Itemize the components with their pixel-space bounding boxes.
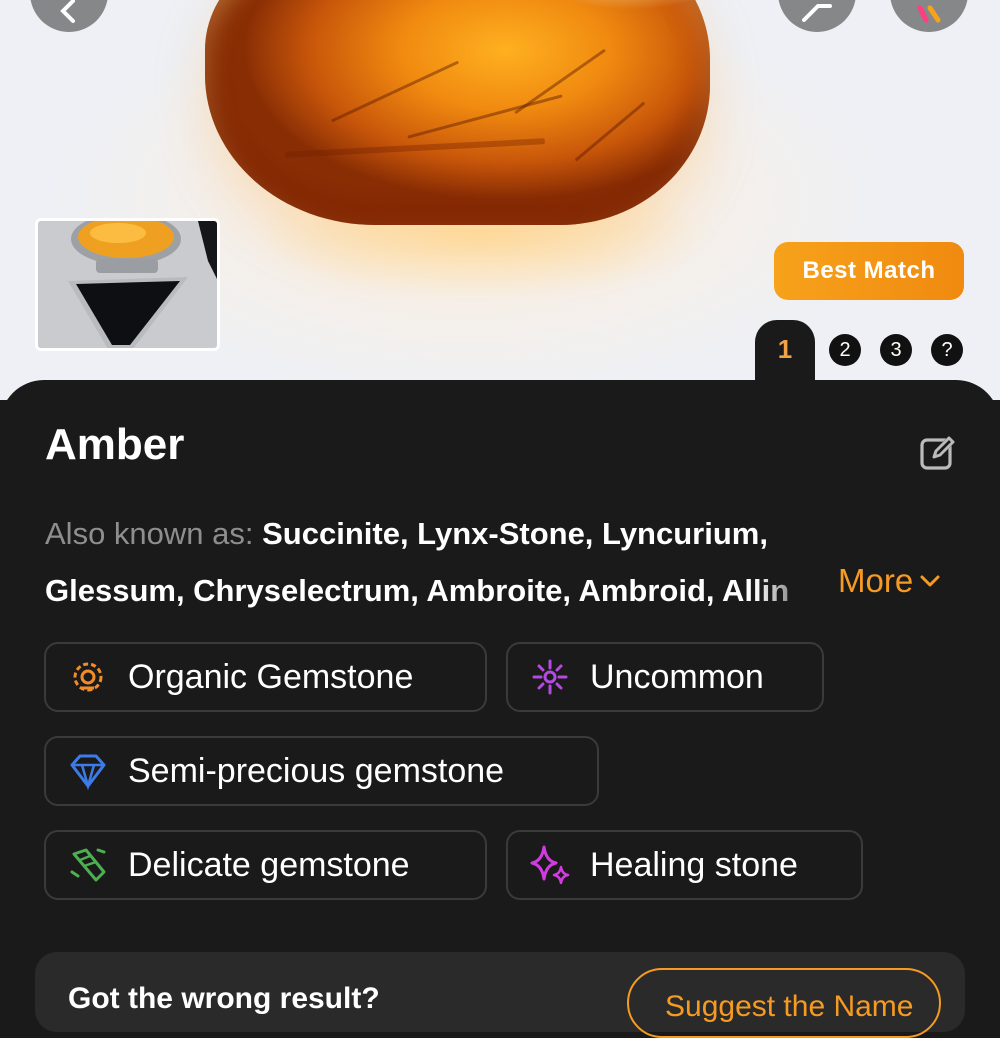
- tag-label: Delicate gemstone: [128, 845, 410, 884]
- back-button[interactable]: [30, 0, 108, 32]
- stars-icon: [530, 845, 570, 885]
- art-icon: [917, 5, 941, 23]
- chevron-left-icon: [60, 0, 75, 23]
- share-button[interactable]: [778, 0, 856, 32]
- aka-names-line2: Glessum, Chryselectrum, Ambroite, Ambroi…: [45, 562, 835, 619]
- best-match-badge: Best Match: [774, 242, 964, 300]
- crystal-icon: [68, 845, 108, 885]
- gem-title: Amber: [45, 420, 185, 469]
- sparkle-icon: [530, 657, 570, 697]
- tag-label: Organic Gemstone: [128, 657, 414, 696]
- aka-label: Also known as:: [45, 516, 254, 551]
- tag-semi-precious-gemstone[interactable]: Semi-precious gemstone: [44, 736, 599, 806]
- more-button[interactable]: More: [838, 562, 941, 600]
- feedback-text: Got the wrong result?: [68, 982, 380, 1015]
- tag-healing-stone[interactable]: Healing stone: [506, 830, 863, 900]
- suggest-name-button[interactable]: Suggest the Name: [627, 968, 941, 1038]
- result-page-3[interactable]: 3: [880, 334, 912, 366]
- organic-icon: [68, 657, 108, 697]
- art-button[interactable]: [890, 0, 968, 32]
- tag-label: Semi-precious gemstone: [128, 751, 505, 790]
- share-icon: [802, 4, 832, 22]
- more-label: More: [838, 562, 914, 599]
- tag-delicate-gemstone[interactable]: Delicate gemstone: [44, 830, 487, 900]
- pendant-image: [38, 221, 217, 348]
- tag-organic-gemstone[interactable]: Organic Gemstone: [44, 642, 487, 712]
- also-known-as: Also known as: Succinite, Lynx-Stone, Ly…: [45, 505, 960, 619]
- chevron-down-icon: [920, 575, 940, 587]
- diamond-icon: [68, 751, 108, 791]
- amber-stone-image: [205, 0, 725, 225]
- result-page-2[interactable]: 2: [829, 334, 861, 366]
- tag-label: Uncommon: [590, 657, 764, 696]
- result-page-unknown[interactable]: ?: [931, 334, 963, 366]
- tag-uncommon[interactable]: Uncommon: [506, 642, 824, 712]
- tag-label: Healing stone: [590, 845, 798, 884]
- result-page-1[interactable]: 1: [770, 334, 800, 364]
- aka-names-line1: Succinite, Lynx-Stone, Lyncurium,: [262, 516, 768, 551]
- uploaded-photo-thumbnail[interactable]: [35, 218, 220, 351]
- edit-icon[interactable]: [918, 434, 956, 472]
